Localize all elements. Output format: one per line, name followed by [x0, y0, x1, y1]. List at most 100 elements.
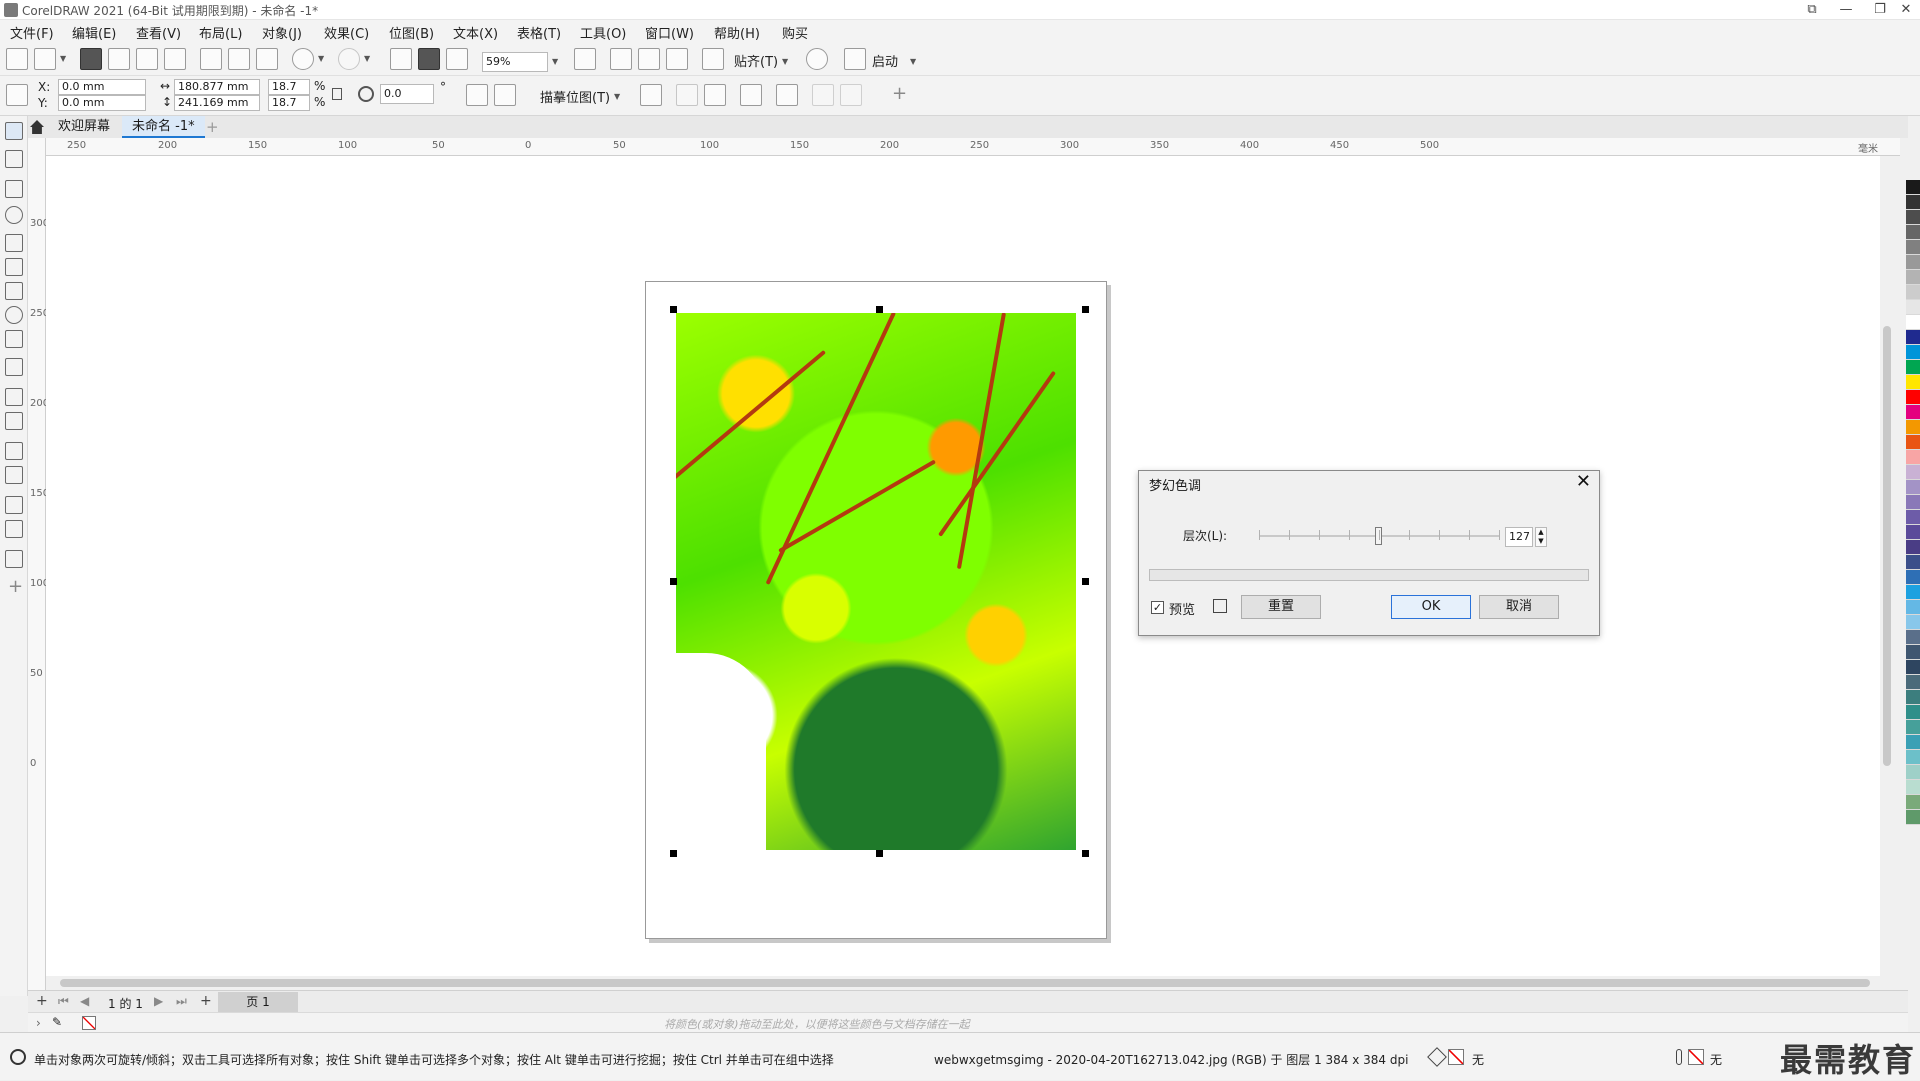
- palette-swatch[interactable]: [1906, 450, 1920, 465]
- vertical-ruler[interactable]: 300 250 200 150 100 50 0: [28, 138, 49, 1000]
- close-button[interactable]: ✕: [1890, 0, 1920, 20]
- redo-dropdown-icon[interactable]: ▼: [364, 54, 372, 63]
- palette-swatch[interactable]: [1906, 510, 1920, 525]
- rotation-angle-input[interactable]: 0.0: [380, 84, 434, 104]
- selection-handle[interactable]: [1082, 850, 1089, 857]
- palette-swatch[interactable]: [1906, 210, 1920, 225]
- menu-layout[interactable]: 布局(L): [199, 23, 242, 42]
- print-icon[interactable]: [164, 48, 186, 70]
- add-tool-icon[interactable]: +: [8, 576, 23, 597]
- palette-swatch[interactable]: [1906, 195, 1920, 210]
- selection-handle[interactable]: [876, 306, 883, 313]
- add-page-before-icon[interactable]: +: [36, 993, 48, 1009]
- to-front-icon[interactable]: [812, 84, 834, 106]
- palette-expand-icon[interactable]: ›: [36, 1016, 41, 1030]
- drop-shadow-tool-icon[interactable]: [5, 442, 23, 460]
- palette-swatch[interactable]: [1906, 285, 1920, 300]
- chevron-down-icon[interactable]: ▼: [60, 54, 68, 63]
- palette-swatch[interactable]: [1906, 540, 1920, 555]
- palette-swatch[interactable]: [1906, 765, 1920, 780]
- selection-handle[interactable]: [876, 850, 883, 857]
- palette-swatch[interactable]: [1906, 300, 1920, 315]
- palette-swatch[interactable]: [1906, 750, 1920, 765]
- new-document-icon[interactable]: [6, 48, 28, 70]
- outline-swatch[interactable]: [1688, 1049, 1704, 1065]
- trace-dropdown-icon[interactable]: ▼: [614, 92, 622, 101]
- palette-swatch[interactable]: [1906, 345, 1920, 360]
- cloud-download-icon[interactable]: [136, 48, 158, 70]
- launch-button[interactable]: 启动: [872, 51, 898, 70]
- vertical-scrollbar[interactable]: [1880, 156, 1894, 976]
- palette-swatch[interactable]: [1906, 315, 1920, 330]
- show-rulers-icon[interactable]: [610, 48, 632, 70]
- artistic-media-tool-icon[interactable]: [5, 258, 23, 276]
- fill-swatch[interactable]: [1448, 1049, 1464, 1065]
- tab-document[interactable]: 未命名 -1*: [122, 116, 205, 138]
- eyedropper-tool-icon[interactable]: [5, 496, 23, 514]
- palette-swatch[interactable]: [1906, 255, 1920, 270]
- selection-handle[interactable]: [1082, 578, 1089, 585]
- level-value-input[interactable]: 127: [1505, 527, 1533, 547]
- resample-icon[interactable]: [676, 84, 698, 106]
- smart-fill-tool-icon[interactable]: [5, 550, 23, 568]
- bitmap-frame-icon[interactable]: [740, 84, 762, 106]
- scale-y-input[interactable]: 18.7: [268, 95, 310, 111]
- export-icon[interactable]: [418, 48, 440, 70]
- undo-icon[interactable]: [292, 48, 314, 70]
- palette-swatch[interactable]: [1906, 390, 1920, 405]
- palette-swatch[interactable]: [1906, 735, 1920, 750]
- hscroll-thumb[interactable]: [60, 979, 1870, 987]
- menu-tools[interactable]: 工具(O): [580, 23, 626, 42]
- x-position-input[interactable]: 0.0 mm: [58, 79, 146, 95]
- height-input[interactable]: 241.169 mm: [174, 95, 260, 111]
- ellipse-tool-icon[interactable]: [5, 306, 23, 324]
- launch-icon[interactable]: [844, 48, 866, 70]
- palette-swatch[interactable]: [1906, 585, 1920, 600]
- cut-icon[interactable]: [200, 48, 222, 70]
- crop-tool-icon[interactable]: [5, 180, 23, 198]
- lock-ratio-icon[interactable]: [332, 88, 342, 100]
- menu-view[interactable]: 查看(V): [136, 23, 181, 42]
- show-grid-icon[interactable]: [638, 48, 660, 70]
- palette-swatch[interactable]: [1906, 600, 1920, 615]
- menu-file[interactable]: 文件(F): [10, 23, 54, 42]
- palette-swatch[interactable]: [1906, 630, 1920, 645]
- menu-edit[interactable]: 编辑(E): [72, 23, 116, 42]
- edit-bitmap-icon[interactable]: [704, 84, 726, 106]
- to-back-icon[interactable]: [840, 84, 862, 106]
- popout-icon[interactable]: [1213, 599, 1227, 613]
- palette-swatch[interactable]: [1906, 660, 1920, 675]
- rectangle-tool-icon[interactable]: [5, 282, 23, 300]
- palette-swatch[interactable]: [1906, 645, 1920, 660]
- palette-swatch[interactable]: [1906, 420, 1920, 435]
- selection-handle[interactable]: [670, 850, 677, 857]
- ok-button[interactable]: OK: [1391, 595, 1471, 619]
- cloud-upload-icon[interactable]: [108, 48, 130, 70]
- freehand-tool-icon[interactable]: [5, 234, 23, 252]
- palette-swatch[interactable]: [1906, 375, 1920, 390]
- options-gear-icon[interactable]: [806, 48, 828, 70]
- palette-swatch[interactable]: [1906, 780, 1920, 795]
- palette-swatch[interactable]: [1906, 495, 1920, 510]
- trace-bitmap-button[interactable]: 描摹位图(T): [540, 87, 610, 106]
- palette-swatch[interactable]: [1906, 330, 1920, 345]
- tab-welcome-screen[interactable]: 欢迎屏幕: [48, 116, 120, 138]
- parallel-dimension-tool-icon[interactable]: [5, 388, 23, 406]
- menu-object[interactable]: 对象(J): [262, 23, 302, 42]
- dialog-close-icon[interactable]: ✕: [1576, 471, 1591, 492]
- palette-swatch[interactable]: [1906, 525, 1920, 540]
- undo-dropdown-icon[interactable]: ▼: [318, 54, 326, 63]
- text-tool-icon[interactable]: [5, 358, 23, 376]
- page-tab[interactable]: 页 1: [218, 992, 298, 1012]
- first-page-icon[interactable]: ⏮: [58, 994, 69, 1009]
- palette-swatch[interactable]: [1906, 360, 1920, 375]
- minimize-button[interactable]: —: [1830, 0, 1862, 20]
- palette-swatch[interactable]: [1906, 795, 1920, 810]
- palette-swatch[interactable]: [1906, 705, 1920, 720]
- palette-swatch[interactable]: [1906, 810, 1920, 825]
- palette-swatch[interactable]: [1906, 435, 1920, 450]
- zoom-tool-icon[interactable]: [5, 206, 23, 224]
- palette-swatch[interactable]: [1906, 480, 1920, 495]
- level-spinner[interactable]: ▲ ▼: [1535, 527, 1547, 547]
- zoom-dropdown-icon[interactable]: ▼: [552, 57, 560, 66]
